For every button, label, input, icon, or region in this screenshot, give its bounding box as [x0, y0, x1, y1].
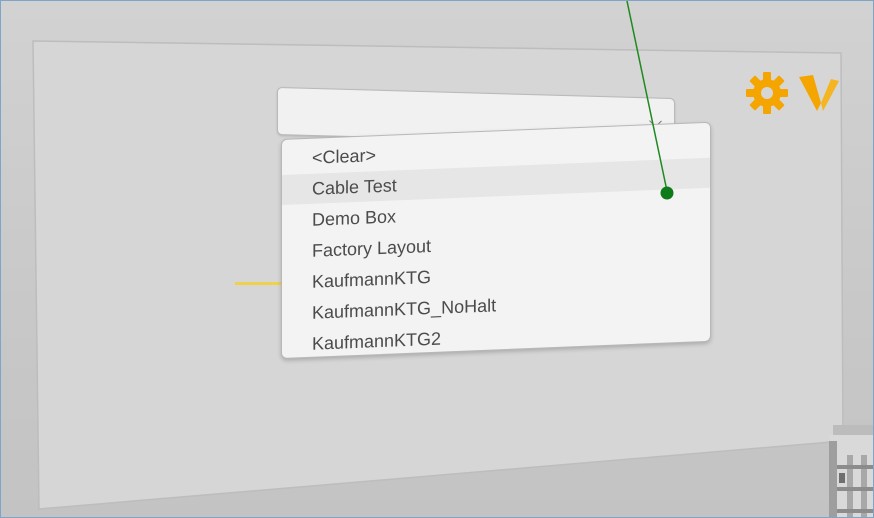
scene-dropdown-list: <Clear> Cable Test Demo Box Factory Layo…: [281, 121, 711, 359]
scaffold-structure: [829, 425, 873, 517]
v-logo-icon: [799, 75, 839, 111]
vr-viewport: <Clear> Cable Test Demo Box Factory Layo…: [0, 0, 874, 518]
gear-icon[interactable]: [745, 71, 789, 115]
yellow-connector-line: [235, 282, 281, 285]
